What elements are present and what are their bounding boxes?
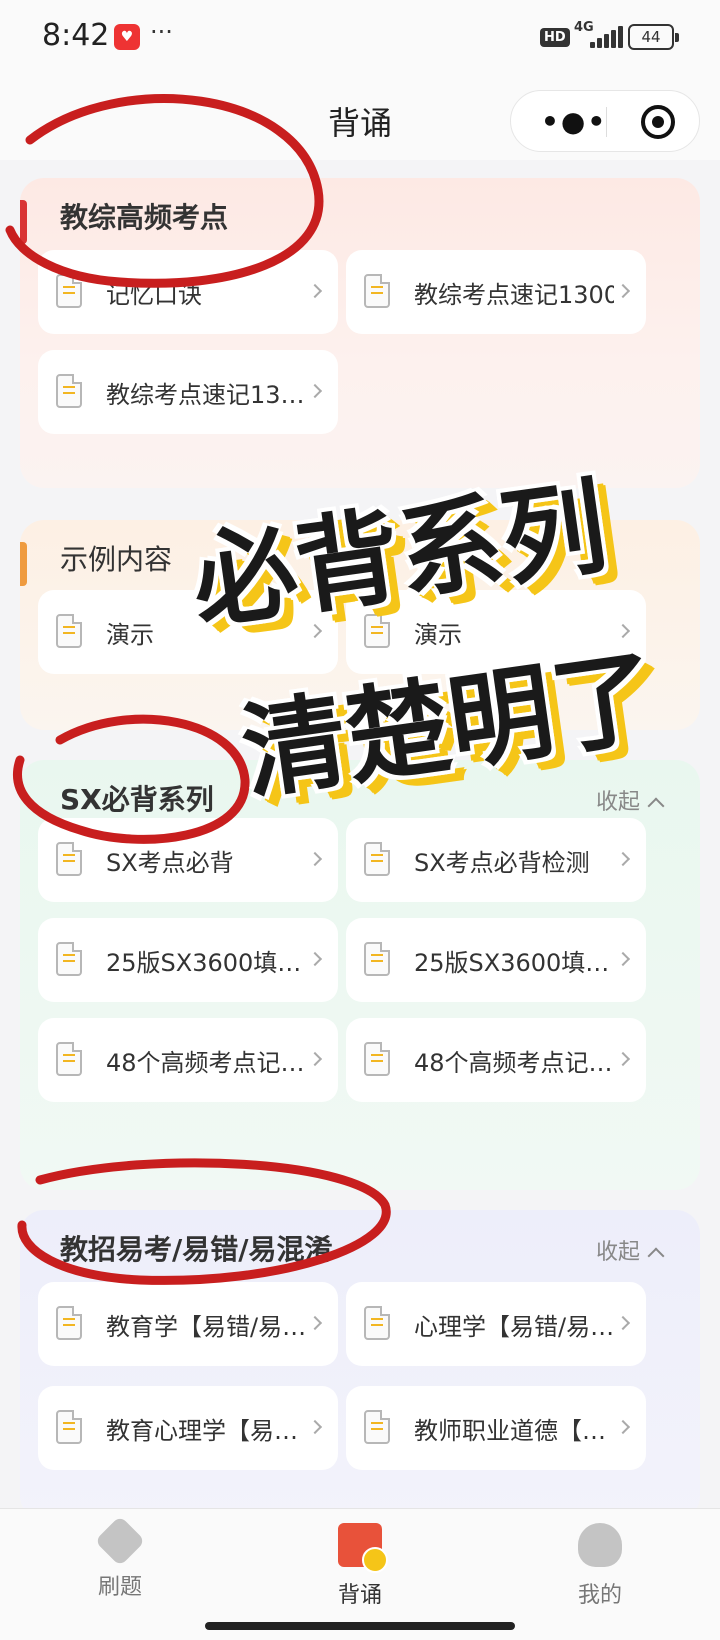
calendar-icon	[338, 1523, 388, 1573]
study-card[interactable]: SX考点必背检测	[346, 818, 646, 902]
user-icon	[578, 1523, 622, 1567]
chevron-right-icon	[307, 951, 323, 967]
card-label: 记忆口诀	[106, 281, 202, 309]
tab-label: 我的	[577, 1583, 622, 1608]
section-title: 示例内容	[60, 543, 173, 576]
tab-label: 刷题	[97, 1575, 142, 1600]
chevron-right-icon	[307, 383, 323, 399]
document-icon	[56, 842, 82, 876]
section-high-frequency: 教综高频考点 记忆口诀 教综考点速记1300 教综考点速记13…	[20, 178, 700, 488]
card-label: 48个高频考点记…	[414, 1049, 613, 1077]
chevron-right-icon	[615, 623, 631, 639]
study-card[interactable]: 25版SX3600填…	[346, 918, 646, 1002]
document-icon	[364, 1042, 390, 1076]
document-icon	[364, 614, 390, 648]
chevron-right-icon	[307, 283, 323, 299]
study-card[interactable]: 48个高频考点记…	[346, 1018, 646, 1102]
document-icon	[56, 942, 82, 976]
section-title: SX必背系列	[60, 783, 214, 816]
document-icon	[56, 274, 82, 308]
chevron-right-icon	[615, 1051, 631, 1067]
card-label: 教综考点速记13…	[106, 381, 305, 409]
tab-label: 背诵	[337, 1583, 382, 1608]
study-card[interactable]: SX考点必背	[38, 818, 338, 902]
document-icon	[56, 1306, 82, 1340]
signal-icon	[590, 26, 624, 48]
section-title: 教招易考/易错/易混淆	[60, 1233, 333, 1266]
card-label: 教育学【易错/易…	[106, 1313, 306, 1341]
card-label: 25版SX3600填…	[414, 949, 610, 977]
document-icon	[364, 842, 390, 876]
battery-icon: 44	[628, 24, 679, 50]
hd-icon: HD	[540, 28, 570, 47]
card-label: 教育心理学【易…	[106, 1417, 298, 1445]
close-target-button[interactable]	[641, 105, 675, 139]
capsule-divider	[606, 107, 607, 137]
card-label: SX考点必背检测	[414, 849, 590, 877]
more-menu-button[interactable]: •●•	[541, 105, 607, 138]
bottom-tab-bar: 刷题 背诵 我的	[0, 1508, 720, 1640]
tab-practice[interactable]: 刷题	[40, 1515, 200, 1601]
chevron-right-icon	[615, 1315, 631, 1331]
chevron-right-icon	[307, 1419, 323, 1435]
section-easy-mistakes: 教招易考/易错/易混淆 收起 教育学【易错/易… 心理学【易错/易… 教育心理学…	[20, 1210, 700, 1520]
chevron-right-icon	[615, 1419, 631, 1435]
card-label: SX考点必背	[106, 849, 234, 877]
study-card[interactable]: 心理学【易错/易…	[346, 1282, 646, 1366]
mini-program-capsule: •●•	[510, 90, 700, 152]
card-label: 演示	[414, 621, 462, 649]
collapse-button[interactable]: 收起	[595, 784, 665, 816]
document-icon	[56, 1042, 82, 1076]
chevron-up-icon	[647, 1247, 665, 1265]
app-notification-icon: ♥	[114, 24, 140, 50]
study-card[interactable]: 教师职业道德【…	[346, 1386, 646, 1470]
status-bar: 8:42 ♥ ··· HD 4G 44	[0, 0, 720, 80]
study-card[interactable]: 教育学【易错/易…	[38, 1282, 338, 1366]
document-icon	[56, 1410, 82, 1444]
chevron-up-icon	[647, 797, 665, 815]
tab-profile[interactable]: 我的	[520, 1523, 680, 1609]
chevron-right-icon	[615, 851, 631, 867]
home-indicator[interactable]	[205, 1622, 515, 1630]
document-icon	[56, 374, 82, 408]
study-card[interactable]: 教综考点速记1300	[346, 250, 646, 334]
card-label: 教师职业道德【…	[414, 1417, 606, 1445]
collapse-label: 收起	[595, 1240, 640, 1265]
section-accent-bar	[20, 542, 27, 586]
card-label: 教综考点速记1300	[414, 281, 614, 309]
study-card[interactable]: 演示	[346, 590, 646, 674]
pencil-icon	[94, 1515, 146, 1567]
status-time: 8:42	[42, 18, 110, 53]
more-notifications-icon: ···	[150, 18, 173, 46]
study-card[interactable]: 教育心理学【易…	[38, 1386, 338, 1470]
chevron-right-icon	[307, 623, 323, 639]
study-card[interactable]: 48个高频考点记…	[38, 1018, 338, 1102]
study-card[interactable]: 演示	[38, 590, 338, 674]
chevron-right-icon	[307, 1051, 323, 1067]
study-card[interactable]: 教综考点速记13…	[38, 350, 338, 434]
collapse-button[interactable]: 收起	[595, 1234, 665, 1266]
section-example: 示例内容 演示 演示	[20, 520, 700, 730]
document-icon	[364, 1306, 390, 1340]
card-label: 演示	[106, 621, 154, 649]
card-label: 25版SX3600填…	[106, 949, 302, 977]
chevron-right-icon	[307, 1315, 323, 1331]
study-card[interactable]: 25版SX3600填…	[38, 918, 338, 1002]
tab-recite[interactable]: 背诵	[280, 1523, 440, 1609]
section-title: 教综高频考点	[60, 201, 229, 234]
chevron-right-icon	[615, 951, 631, 967]
collapse-label: 收起	[595, 790, 640, 815]
chevron-right-icon	[307, 851, 323, 867]
card-label: 心理学【易错/易…	[414, 1313, 614, 1341]
document-icon	[364, 1410, 390, 1444]
nav-bar: 背诵 •●•	[0, 80, 720, 160]
section-sx: SX必背系列 收起 SX考点必背 SX考点必背检测 25版SX3600填… 25…	[20, 760, 700, 1190]
document-icon	[364, 274, 390, 308]
study-card[interactable]: 记忆口诀	[38, 250, 338, 334]
chevron-right-icon	[615, 283, 631, 299]
document-icon	[364, 942, 390, 976]
document-icon	[56, 614, 82, 648]
card-label: 48个高频考点记…	[106, 1049, 305, 1077]
section-accent-bar	[20, 200, 27, 244]
